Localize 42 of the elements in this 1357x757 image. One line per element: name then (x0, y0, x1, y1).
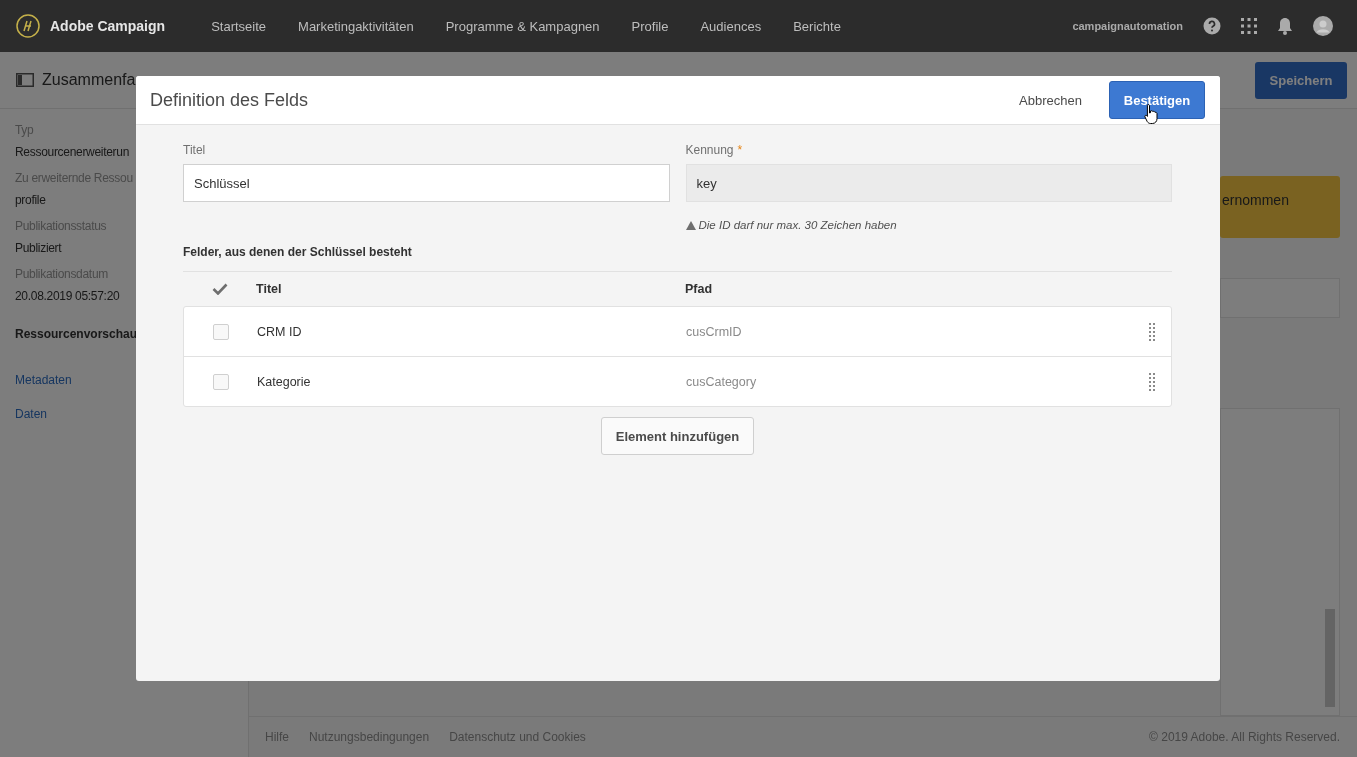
field-value: Ressourcenerweiterun (15, 145, 130, 159)
warning-icon (685, 220, 696, 230)
column-header: Pfad (685, 282, 714, 296)
title-input[interactable]: Schlüssel (183, 164, 670, 202)
drag-handle-icon[interactable] (1149, 322, 1155, 341)
field-value: 20.08.2019 05:57:20 (15, 289, 120, 303)
sidebar-toggle-icon[interactable] (16, 73, 34, 87)
nav-link[interactable]: Profile (631, 18, 669, 34)
input-field[interactable] (1220, 278, 1340, 318)
required-mark: * (737, 143, 743, 157)
column-header: Titel (256, 282, 283, 296)
notification-bell-icon[interactable] (1277, 17, 1293, 35)
nav-link[interactable]: Programme & Kampagnen (445, 18, 600, 34)
checkmark-icon (211, 283, 228, 295)
field-value: Publiziert (15, 241, 62, 255)
table-cell-text: CRM ID (257, 324, 303, 339)
table-cell-text: Kategorie (257, 374, 312, 389)
table-cell-text: cusCrmID (686, 324, 743, 339)
notification-banner: ernommen (1220, 176, 1340, 238)
nav-link[interactable]: Marketingaktivitäten (298, 18, 414, 34)
table-caption: Felder, aus denen der Schlüssel besteht (183, 245, 1172, 272)
help-icon[interactable] (1203, 17, 1221, 35)
hint-text: Die ID darf nur max. 30 Zeichen haben (698, 219, 897, 231)
brand-name: Adobe Campaign (50, 18, 166, 34)
page-title: Zusammenfa (42, 71, 136, 89)
nav-link[interactable]: Startseite (211, 18, 267, 34)
field-label: Kennung * (685, 143, 744, 157)
checkbox[interactable] (212, 373, 229, 390)
cancel-button[interactable]: Abbrechen (1019, 84, 1082, 116)
add-element-button[interactable]: Element hinzufügen (600, 417, 755, 455)
checkbox[interactable] (212, 323, 229, 340)
apps-grid-icon[interactable] (1241, 18, 1257, 34)
section-heading: Ressourcenvorschau (15, 327, 138, 343)
user-name[interactable]: campaignautomation (1072, 20, 1183, 32)
nav-link[interactable]: Audiences (700, 18, 762, 34)
drag-handle-icon[interactable] (1149, 372, 1155, 391)
avatar-icon[interactable] (1313, 16, 1333, 36)
field-label: Titel (183, 143, 207, 157)
logo-icon (16, 14, 40, 38)
dialog-title: Definition des Felds (150, 89, 310, 111)
table-cell-text: cusCategory (686, 374, 758, 389)
nav-link[interactable]: Berichte (793, 18, 841, 34)
